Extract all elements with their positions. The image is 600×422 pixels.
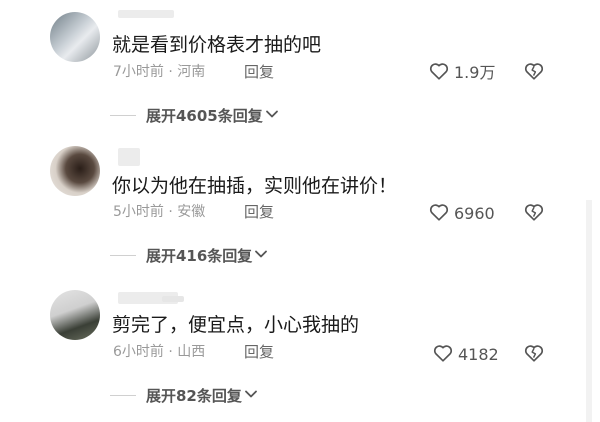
comment-text: 剪完了，便宜点，小心我抽的 xyxy=(112,314,360,336)
comment-time: 7小时前 xyxy=(113,64,164,80)
comment-meta: 5小时前 · 安徽 xyxy=(113,203,205,221)
expand-divider xyxy=(110,395,136,396)
like-button[interactable]: 1.9万 xyxy=(428,60,495,86)
expand-replies-label: 展开416条回复 xyxy=(146,246,253,265)
username-blurred[interactable] xyxy=(118,148,140,166)
username-blurred[interactable] xyxy=(118,10,174,18)
heart-outline-icon xyxy=(428,201,450,227)
meta-separator: · xyxy=(168,204,173,220)
broken-heart-icon xyxy=(522,63,546,86)
comment-item: 就是看到价格表才抽的吧 7小时前 · 河南 回复 1.9万 展开4605条回复 xyxy=(0,0,600,140)
dislike-button[interactable] xyxy=(522,60,548,84)
scrollbar-track[interactable] xyxy=(586,200,592,422)
comment-item: 剪完了，便宜点，小心我抽的 6小时前 · 山西 回复 4182 展开82条回复 xyxy=(0,280,600,422)
comment-item: 你以为他在抽插，实则他在讲价！ 5小时前 · 安徽 回复 6960 展开416条… xyxy=(0,140,600,280)
like-count: 1.9万 xyxy=(454,63,496,82)
meta-separator: · xyxy=(168,344,173,360)
like-button[interactable]: 4182 xyxy=(432,342,499,368)
dislike-button[interactable] xyxy=(522,201,548,225)
reply-button[interactable]: 回复 xyxy=(244,343,274,361)
comment-time: 6小时前 xyxy=(113,344,164,360)
heart-outline-icon xyxy=(428,60,450,86)
expand-replies-button[interactable]: 展开4605条回复 xyxy=(110,106,279,125)
comment-text: 就是看到价格表才抽的吧 xyxy=(112,34,322,56)
like-button[interactable]: 6960 xyxy=(428,201,495,227)
expand-replies-label: 展开82条回复 xyxy=(146,386,242,405)
heart-outline-icon xyxy=(432,342,454,368)
broken-heart-icon xyxy=(522,345,546,368)
comment-text: 你以为他在抽插，实则他在讲价！ xyxy=(112,175,398,197)
expand-replies-button[interactable]: 展开82条回复 xyxy=(110,386,258,405)
expand-replies-button[interactable]: 展开416条回复 xyxy=(110,246,268,265)
avatar[interactable] xyxy=(50,12,100,62)
chevron-down-icon xyxy=(254,246,268,265)
comment-meta: 6小时前 · 山西 xyxy=(113,343,205,361)
reply-button[interactable]: 回复 xyxy=(244,63,274,81)
dislike-button[interactable] xyxy=(522,342,548,366)
comment-location: 山西 xyxy=(177,344,206,360)
username-blurred-sub xyxy=(162,296,184,302)
expand-divider xyxy=(110,115,136,116)
comment-location: 安徽 xyxy=(177,204,206,220)
expand-replies-label: 展开4605条回复 xyxy=(146,106,263,125)
reply-button[interactable]: 回复 xyxy=(244,203,274,221)
like-count: 6960 xyxy=(454,204,495,223)
chevron-down-icon xyxy=(265,106,279,125)
avatar[interactable] xyxy=(50,146,100,196)
comment-meta: 7小时前 · 河南 xyxy=(113,63,205,81)
expand-divider xyxy=(110,255,136,256)
avatar[interactable] xyxy=(50,290,100,340)
comment-time: 5小时前 xyxy=(113,204,164,220)
like-count: 4182 xyxy=(458,345,499,364)
meta-separator: · xyxy=(168,64,173,80)
comment-location: 河南 xyxy=(177,64,206,80)
broken-heart-icon xyxy=(522,204,546,227)
chevron-down-icon xyxy=(244,386,258,405)
